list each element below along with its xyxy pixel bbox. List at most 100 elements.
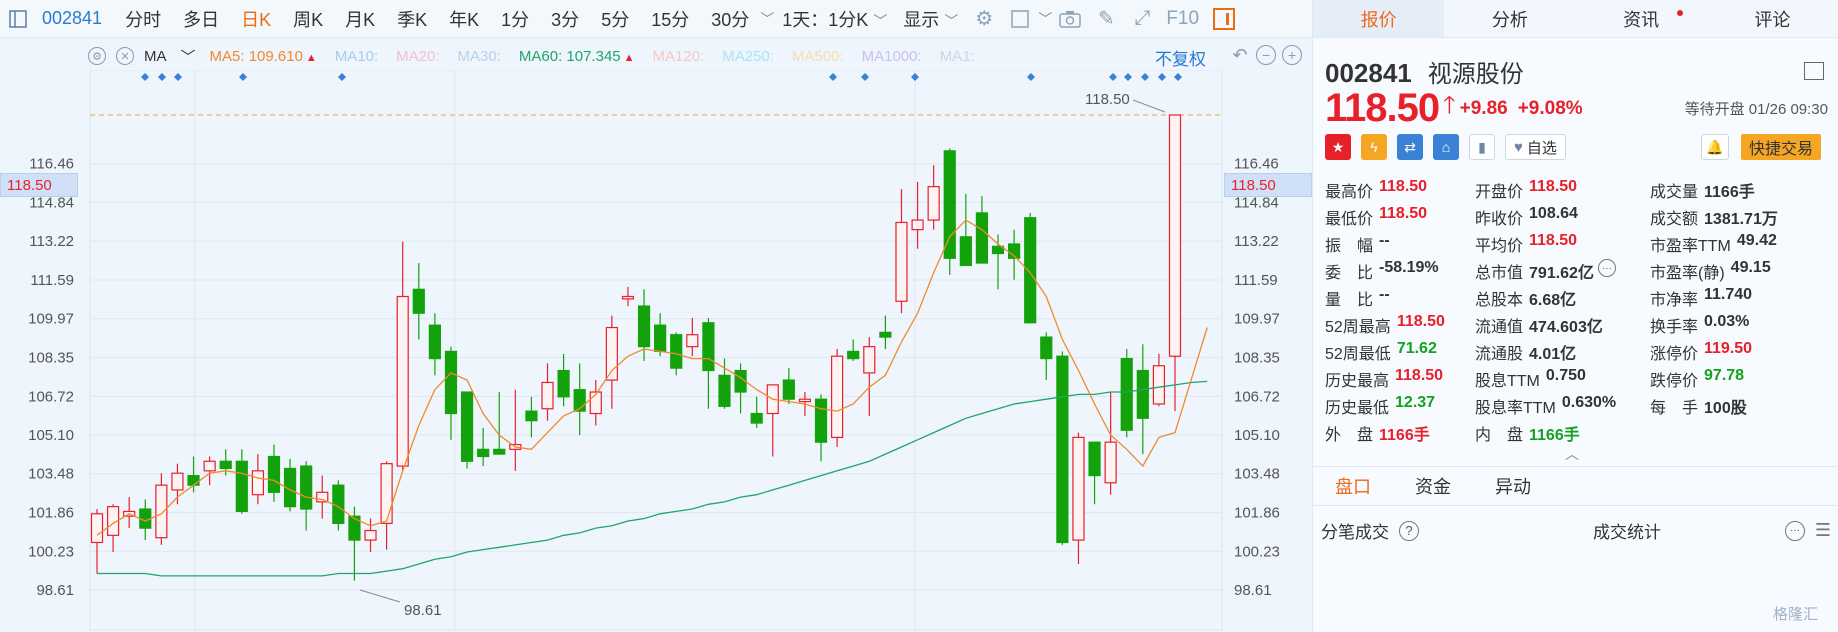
ma-item-label: MA20: <box>396 47 440 65</box>
stat-value: 0.750 <box>1545 367 1586 384</box>
range-select[interactable]: 1天：1分K ﹀ <box>774 6 895 32</box>
collapse-caret-icon[interactable]: ︿ <box>1565 444 1579 464</box>
period-tab[interactable]: 分时 <box>114 6 172 32</box>
ma-item[interactable]: MA1000: <box>862 48 922 65</box>
period-tab[interactable]: 多日 <box>172 6 230 32</box>
ma-item[interactable]: MA5: 109.610 ▲ <box>210 48 317 65</box>
candle-body <box>251 470 264 496</box>
stat-value: 4.01亿 <box>1529 346 1577 363</box>
stat-value: 11.740 <box>1704 286 1753 303</box>
stat-row: 委 比 -58.19% 总市值 791.62亿 ··· 市盈率(静) 49.15 <box>1325 259 1835 286</box>
period-tab[interactable]: 3分 <box>540 6 590 32</box>
shuffle-icon[interactable]: ⇄ <box>1397 134 1423 160</box>
high-label: 118.50 <box>1085 91 1130 108</box>
detail-tab[interactable]: 盘口 <box>1313 473 1393 499</box>
list-view-icon[interactable] <box>1804 62 1824 80</box>
bookmark-icon[interactable]: ▮ <box>1469 134 1495 160</box>
ma-item[interactable]: MA250: <box>722 48 774 65</box>
period-tab[interactable]: 季K <box>386 6 438 32</box>
y-tick-label-left: 108.35 <box>28 349 74 366</box>
ma-item[interactable]: MA30: <box>458 48 501 65</box>
china-flag-icon[interactable]: ★ <box>1325 134 1351 160</box>
period-tab[interactable]: 1分 <box>490 6 540 32</box>
stat-key: 总股本 <box>1475 292 1524 309</box>
period-tab[interactable]: 30分 <box>700 6 760 32</box>
zoom-out-icon[interactable]: − <box>1256 45 1276 65</box>
price-line: 118.50 🡑 +9.86 +9.08% <box>1325 86 1593 131</box>
ma-item[interactable]: MA120: <box>653 48 705 65</box>
ma-settings-icon[interactable]: ⚙ <box>88 47 106 65</box>
quick-trade-button[interactable]: 快捷交易 <box>1741 134 1822 160</box>
candle-body <box>718 374 731 407</box>
stat-cell: 平均价 118.50 <box>1475 232 1650 259</box>
panel-tab[interactable]: 报价 <box>1313 0 1445 37</box>
candle-body <box>1152 365 1166 405</box>
chevron-down-icon[interactable]: ﹀ <box>1038 9 1052 29</box>
candle-body <box>798 398 812 403</box>
stat-value: 1166手 <box>1379 427 1430 444</box>
candle-body <box>171 472 184 491</box>
chevron-down-icon[interactable]: ﹀ <box>760 9 774 29</box>
stat-value: 118.50 <box>1379 178 1428 195</box>
candle-body <box>267 455 281 493</box>
panel-tab[interactable]: 评论 <box>1707 0 1838 37</box>
panel-toggle-icon[interactable] <box>1213 7 1236 30</box>
stat-value: 118.50 <box>1396 313 1445 330</box>
display-select[interactable]: 显示 ﹀ <box>895 6 966 32</box>
f10-button[interactable]: F10 <box>1160 8 1205 30</box>
help-icon[interactable]: ? <box>1399 520 1419 541</box>
chevron-down-icon[interactable]: ﹀ <box>181 46 196 67</box>
kline-chart[interactable]: 116.46 116.46 114.84 114.84 113.22 113.22 111.… <box>0 69 1312 632</box>
period-tab[interactable]: 15分 <box>640 6 700 32</box>
more-options-icon[interactable]: ··· <box>1597 259 1616 277</box>
candle-body <box>847 350 860 360</box>
stat-key: 昨收价 <box>1475 211 1524 228</box>
detail-tab[interactable]: 资金 <box>1393 473 1473 499</box>
camera-icon[interactable] <box>1052 10 1088 28</box>
pencil-draw-icon[interactable]: ✎ <box>1088 6 1124 31</box>
ma-item[interactable]: MA500: <box>792 48 844 65</box>
stat-value: 1381.71万 <box>1704 211 1778 228</box>
list-lines-icon[interactable]: ☰ <box>1815 520 1831 541</box>
more-options-icon[interactable]: ··· <box>1785 520 1805 541</box>
ma-close-icon[interactable]: ✕ <box>116 47 134 65</box>
ma-item[interactable]: MA20: <box>396 48 439 65</box>
adjust-toggle[interactable]: 不复权 <box>1155 45 1206 70</box>
stat-value: -- <box>1379 286 1390 303</box>
layout-square-icon[interactable] <box>1002 9 1038 28</box>
ma-item[interactable]: MA1: <box>940 48 975 65</box>
period-tab[interactable]: 日K <box>230 6 282 32</box>
detail-tab[interactable]: 异动 <box>1473 473 1553 499</box>
trade-detail-label: 分笔成交 <box>1321 523 1389 542</box>
period-tab[interactable]: 年K <box>438 6 490 32</box>
zoom-in-icon[interactable]: + <box>1282 45 1302 65</box>
display-select-label: 显示 <box>903 9 940 30</box>
settings-gear-icon[interactable]: ⚙ <box>966 6 1002 31</box>
period-tab[interactable]: 月K <box>334 6 386 32</box>
panel-tab[interactable]: 资讯 <box>1576 0 1707 37</box>
bell-icon[interactable]: 🔔 <box>1701 134 1729 160</box>
lightning-icon[interactable]: ϟ <box>1361 134 1387 160</box>
add-watchlist-button[interactable]: ♥ 自选 <box>1505 134 1566 160</box>
stat-key: 开盘价 <box>1475 184 1524 201</box>
ma-item[interactable]: MA10: <box>335 48 378 65</box>
ma-item[interactable]: MA60: 107.345 ▲ <box>519 48 635 65</box>
stock-app: 002841 分时 多日 日K 周K 月K 季K 年K 1分 3分 5分 15分 30分 ﹀ 1天：1… <box>0 0 1838 632</box>
period-tab[interactable]: 周K <box>282 6 334 32</box>
chevron-down-icon: ﹀ <box>873 12 888 29</box>
candle-body <box>203 460 216 472</box>
tag-icon[interactable]: ⌂ <box>1433 134 1459 160</box>
candle-body <box>444 350 458 415</box>
ma-selector[interactable]: MA <box>144 48 167 65</box>
sidebar-toggle-icon[interactable] <box>0 0 36 38</box>
undo-icon[interactable]: ↶ <box>1230 45 1250 65</box>
period-tab[interactable]: 5分 <box>590 6 640 32</box>
stat-key: 振 幅 <box>1325 238 1374 255</box>
stat-key: 历史最低 <box>1325 400 1390 417</box>
stock-name: 视源股份 <box>1427 61 1524 88</box>
stat-row: 最低价 118.50 昨收价 108.64 成交额 1381.71万 <box>1325 205 1835 232</box>
panel-tab[interactable]: 分析 <box>1444 0 1575 37</box>
stat-key: 52周最低 <box>1325 346 1391 363</box>
toolbar-stock-code[interactable]: 002841 <box>36 8 114 29</box>
fullscreen-icon[interactable]: ⤢ <box>1124 7 1160 30</box>
